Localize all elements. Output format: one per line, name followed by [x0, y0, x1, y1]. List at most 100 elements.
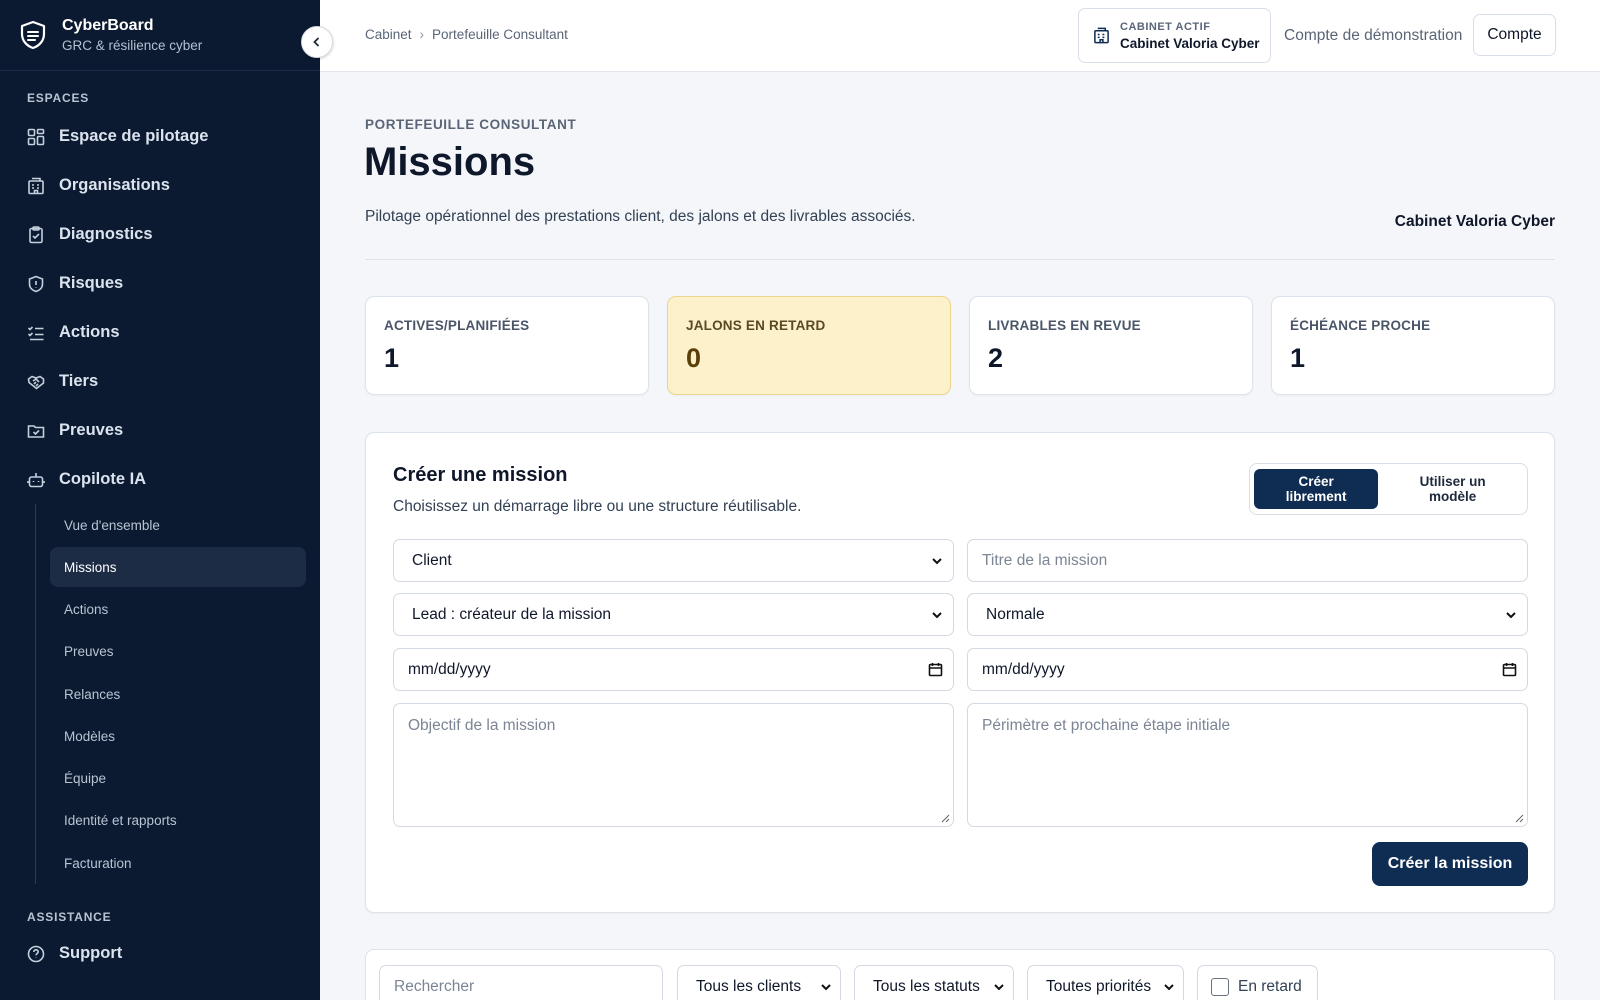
sidebar-item-risques[interactable]: Risques	[0, 259, 320, 308]
priority-filter-value: Toutes priorités	[1046, 977, 1152, 995]
priority-select-value: Normale	[986, 605, 1045, 623]
mission-title-input[interactable]: Titre de la mission	[967, 539, 1528, 582]
stat-card-echeance-proche: ÉCHÉANCE PROCHE 1	[1271, 296, 1555, 395]
subnav-item-identite[interactable]: Identité et rapports	[50, 800, 306, 842]
stat-label: LIVRABLES EN REVUE	[988, 318, 1141, 333]
sidebar-item-label: Diagnostics	[59, 225, 153, 243]
building-icon	[1094, 27, 1109, 44]
late-filter-label: En retard	[1238, 977, 1302, 995]
section-label-assistance: ASSISTANCE	[27, 910, 112, 925]
mission-title-placeholder: Titre de la mission	[982, 551, 1108, 569]
sidebar-item-support[interactable]: Support	[0, 929, 320, 978]
stat-card-actives: ACTIVES/PLANIFIÉES 1	[365, 296, 649, 395]
active-cabinet-value: Cabinet Valoria Cyber	[1120, 35, 1260, 51]
search-placeholder: Rechercher	[394, 977, 475, 995]
resize-handle-icon[interactable]	[1514, 813, 1524, 823]
header-divider	[365, 259, 1555, 260]
sidebar-item-tiers[interactable]: Tiers	[0, 357, 320, 406]
status-filter-value: Tous les statuts	[873, 977, 980, 995]
sidebar-item-diagnostics[interactable]: Diagnostics	[0, 210, 320, 259]
active-cabinet-selector[interactable]: CABINET ACTIF Cabinet Valoria Cyber	[1078, 8, 1271, 63]
topbar: Cabinet › Portefeuille Consultant CABINE…	[320, 0, 1600, 72]
sidebar: CyberBoard GRC & résilience cyber ESPACE…	[0, 0, 320, 1000]
stat-label: JALONS EN RETARD	[686, 318, 826, 333]
search-input[interactable]: Rechercher	[379, 965, 663, 1000]
clipboard-icon	[29, 225, 43, 243]
calendar-icon[interactable]	[928, 662, 943, 677]
building-icon	[28, 177, 44, 194]
resize-handle-icon[interactable]	[940, 813, 950, 823]
subnav-item-preuves[interactable]: Preuves	[50, 631, 306, 673]
scope-textarea[interactable]: Périmètre et prochaine étape initiale	[967, 703, 1528, 827]
creation-mode-toggle: Créer librement Utiliser un modèle	[1249, 463, 1528, 515]
page-eyebrow: PORTEFEUILLE CONSULTANT	[365, 117, 577, 132]
end-date-input[interactable]: mm/dd/yyyy	[967, 648, 1528, 691]
stat-card-jalons-retard: JALONS EN RETARD 0	[667, 296, 951, 395]
create-mission-button[interactable]: Créer la mission	[1372, 842, 1528, 886]
late-filter-checkbox[interactable]: En retard	[1197, 965, 1318, 1000]
subnav-item-modeles[interactable]: Modèles	[50, 715, 306, 757]
stat-value: 1	[1290, 343, 1306, 373]
active-cabinet-label: CABINET ACTIF	[1120, 20, 1211, 33]
breadcrumb-item-cabinet[interactable]: Cabinet	[365, 27, 412, 42]
brand[interactable]: CyberBoard GRC & résilience cyber	[0, 0, 320, 71]
robot-icon	[27, 472, 45, 487]
sidebar-item-label: Copilote IA	[59, 470, 147, 488]
subnav-item-facturation[interactable]: Facturation	[50, 842, 306, 884]
sidebar-item-label: Risques	[59, 274, 124, 292]
sidebar-item-actions[interactable]: Actions	[0, 308, 320, 357]
start-date-input[interactable]: mm/dd/yyyy	[393, 648, 954, 691]
sidebar-item-label: Organisations	[59, 176, 170, 194]
client-filter-value: Tous les clients	[696, 977, 802, 995]
mode-template-button[interactable]: Utiliser un modèle	[1382, 469, 1523, 509]
shield-icon	[28, 275, 44, 292]
copilote-subnav: Vue d'ensemble Missions Actions Preuves …	[35, 504, 320, 885]
collapse-sidebar-button[interactable]	[301, 26, 333, 58]
sidebar-item-preuves[interactable]: Preuves	[0, 406, 320, 455]
objective-textarea[interactable]: Objectif de la mission	[393, 703, 954, 827]
chevron-left-icon	[313, 37, 320, 47]
create-mission-subtitle: Choisissez un démarrage libre ou une str…	[393, 498, 802, 515]
sidebar-item-organisations[interactable]: Organisations	[0, 161, 320, 210]
create-mission-card: Créer une mission Choisissez un démarrag…	[365, 432, 1555, 913]
lead-select[interactable]: Lead : créateur de la mission	[393, 593, 954, 636]
sidebar-item-label: Tiers	[59, 372, 99, 390]
create-mission-title: Créer une mission	[393, 464, 568, 486]
checklist-icon	[27, 325, 44, 340]
status-filter-select[interactable]: Tous les statuts	[854, 965, 1014, 1000]
page-cabinet-name: Cabinet Valoria Cyber	[1394, 213, 1555, 230]
lead-select-value: Lead : créateur de la mission	[412, 605, 612, 623]
objective-placeholder: Objectif de la mission	[408, 717, 556, 734]
account-button[interactable]: Compte	[1473, 14, 1556, 56]
end-date-value: mm/dd/yyyy	[982, 660, 1065, 678]
brand-subtitle: GRC & résilience cyber	[62, 38, 203, 53]
priority-filter-select[interactable]: Toutes priorités	[1027, 965, 1184, 1000]
chevron-down-icon	[932, 557, 942, 564]
page-description: Pilotage opérationnel des prestations cl…	[365, 208, 916, 225]
stat-card-livrables-revue: LIVRABLES EN REVUE 2	[969, 296, 1253, 395]
subnav-item-actions[interactable]: Actions	[50, 588, 306, 630]
checkbox-box[interactable]	[1211, 977, 1229, 996]
subnav-item-equipe[interactable]: Équipe	[50, 757, 306, 799]
client-select[interactable]: Client	[393, 539, 954, 582]
sidebar-item-label: Support	[59, 944, 123, 963]
chevron-down-icon	[821, 983, 831, 990]
sidebar-item-copilote[interactable]: Copilote IA	[0, 455, 320, 504]
priority-select[interactable]: Normale	[967, 593, 1528, 636]
sidebar-item-label: Espace de pilotage	[59, 127, 209, 145]
mode-free-button[interactable]: Créer librement	[1254, 469, 1379, 509]
subnav-item-missions[interactable]: Missions	[50, 547, 306, 588]
breadcrumb: Cabinet › Portefeuille Consultant	[365, 27, 568, 42]
subnav-item-vue-ensemble[interactable]: Vue d'ensemble	[50, 504, 306, 546]
stat-value: 0	[686, 343, 702, 373]
stat-label: ÉCHÉANCE PROCHE	[1290, 318, 1431, 333]
client-select-value: Client	[412, 551, 452, 569]
calendar-icon[interactable]	[1502, 662, 1517, 677]
stat-label: ACTIVES/PLANIFIÉES	[384, 318, 530, 333]
client-filter-select[interactable]: Tous les clients	[677, 965, 841, 1000]
subnav-item-relances[interactable]: Relances	[50, 673, 306, 715]
chevron-down-icon	[932, 611, 942, 618]
brand-name: CyberBoard	[62, 17, 154, 34]
sidebar-item-pilotage[interactable]: Espace de pilotage	[0, 112, 320, 161]
chevron-down-icon	[1164, 983, 1174, 990]
